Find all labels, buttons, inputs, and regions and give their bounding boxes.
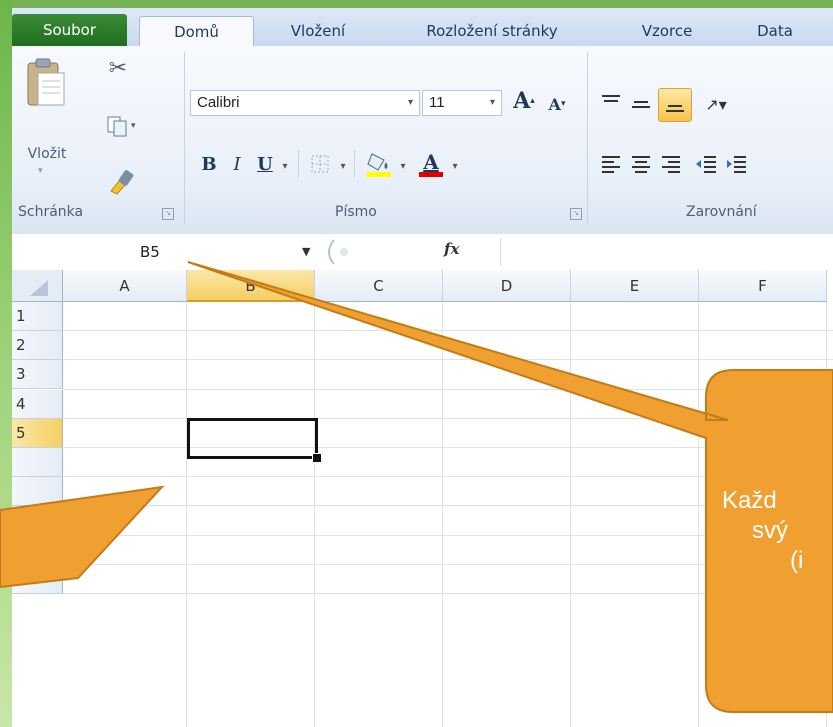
callout-text-overlay: Každ svý (i — [722, 486, 833, 576]
callout-line: (i — [790, 547, 804, 574]
callout-box-left — [0, 485, 165, 589]
callout-line: svý — [752, 517, 788, 544]
callout-overlay — [0, 261, 833, 713]
callout-line: Každ — [722, 487, 777, 514]
